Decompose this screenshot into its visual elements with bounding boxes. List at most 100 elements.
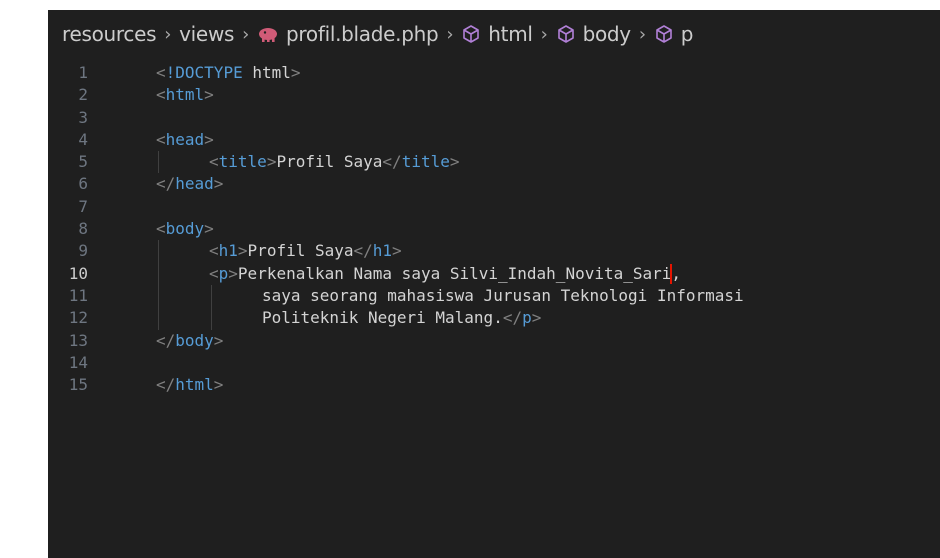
code-bracket-token: < xyxy=(156,129,166,149)
code-line[interactable]: 2 <html> xyxy=(48,84,940,106)
code-line[interactable]: 11 saya seorang mahasiswa Jurusan Teknolo… xyxy=(48,285,940,307)
breadcrumb-item[interactable]: p xyxy=(654,22,693,46)
code-editor[interactable]: resources › views › profil.blade.php › html › bo… xyxy=(48,10,940,558)
code-text-token: Perkenalkan Nama saya Silvi_Indah_Novita… xyxy=(237,263,672,283)
line-content: <h1>Profil Saya</h1> xyxy=(209,240,402,262)
code-line[interactable]: 10 <p>Perkenalkan Nama saya Silvi_Indah_N… xyxy=(48,263,940,285)
code-bracket-token: > xyxy=(392,241,402,261)
line-content: Politeknik Negeri Malang.</p> xyxy=(262,307,541,329)
breadcrumb-label: p xyxy=(680,22,694,46)
code-bracket-token: > xyxy=(228,263,238,283)
code-line[interactable]: 4 <head> xyxy=(48,129,940,151)
cube-outline-icon xyxy=(461,24,481,44)
code-tag-token: html xyxy=(175,375,214,395)
code-bracket-token: < xyxy=(156,63,166,82)
code-tag-token: head xyxy=(175,174,214,194)
code-tag-token: html xyxy=(165,85,205,105)
breadcrumb-separator: › xyxy=(242,23,250,45)
line-number: 14 xyxy=(68,352,88,372)
line-content: </head> xyxy=(156,173,223,195)
code-line[interactable]: 5 <title>Profil Saya</title> xyxy=(48,151,940,173)
line-number: 6 xyxy=(78,174,88,194)
cube-outline-icon xyxy=(654,24,674,44)
code-text-token: , xyxy=(671,263,682,283)
code-tag-token: h1 xyxy=(372,241,393,261)
code-line[interactable]: 3 xyxy=(48,107,940,129)
breadcrumb-separator: › xyxy=(446,23,454,45)
code-bracket-token: > xyxy=(266,152,277,172)
line-number: 11 xyxy=(68,285,88,305)
code-bracket-token: < xyxy=(156,85,166,105)
code-text-token: Profil Saya xyxy=(247,241,354,261)
line-content: <p>Perkenalkan Nama saya Silvi_Indah_Nov… xyxy=(209,263,681,285)
line-content: <!DOCTYPE html> xyxy=(156,62,301,84)
line-content: <title>Profil Saya</title> xyxy=(209,151,460,173)
line-content: <body> xyxy=(156,218,214,240)
cube-outline-icon xyxy=(556,24,576,44)
breadcrumb-separator: › xyxy=(638,23,646,45)
code-bracket-token: </ xyxy=(502,308,523,328)
code-line[interactable]: 13 </body> xyxy=(48,330,940,352)
code-text-token: Profil Saya xyxy=(276,152,383,172)
code-bracket-token: > xyxy=(213,330,224,350)
code-bracket-token: > xyxy=(213,375,224,395)
line-number: 9 xyxy=(78,241,88,261)
code-tag-token: h1 xyxy=(218,241,238,261)
code-bracket-token: > xyxy=(237,241,248,261)
breadcrumb-separator: › xyxy=(164,23,172,45)
code-text-token: html xyxy=(242,63,291,82)
breadcrumb-separator: › xyxy=(540,23,548,45)
breadcrumb-label: resources xyxy=(62,22,157,46)
breadcrumb-label: profil.blade.php xyxy=(286,22,439,46)
code-text-token: saya seorang mahasiswa Jurusan Teknologi… xyxy=(262,285,744,305)
code-line[interactable]: 8 <body> xyxy=(48,218,940,240)
line-number: 2 xyxy=(78,85,88,105)
code-bracket-token: > xyxy=(531,308,542,328)
code-tag-token: body xyxy=(175,330,214,350)
code-tag-token: p xyxy=(218,263,229,283)
code-bracket-token: > xyxy=(204,219,214,239)
code-bracket-token: < xyxy=(209,241,219,261)
line-content: saya seorang mahasiswa Jurusan Teknologi… xyxy=(262,285,744,307)
code-line[interactable]: 15 </html> xyxy=(48,374,940,396)
code-tag-token: head xyxy=(165,129,205,149)
breadcrumb-label: html xyxy=(488,22,533,46)
code-tag-token: !DOCTYPE xyxy=(165,63,243,82)
code-line[interactable]: 14 xyxy=(48,352,940,374)
code-line[interactable]: 12 Politeknik Negeri Malang.</p> xyxy=(48,307,940,329)
indent-guide xyxy=(158,240,159,330)
code-line[interactable]: 1 <!DOCTYPE html> xyxy=(48,62,940,84)
code-line[interactable]: 7 xyxy=(48,196,940,218)
indent-guide xyxy=(158,151,159,174)
code-line[interactable]: 6 </head> xyxy=(48,173,940,195)
breadcrumb: resources › views › profil.blade.php › html › bo… xyxy=(62,16,693,52)
line-content: </html> xyxy=(156,374,223,396)
php-elephant-icon xyxy=(257,25,279,43)
code-area[interactable]: 1 <!DOCTYPE html> 2 <html> 3 4 <head> 5 <title>P… xyxy=(48,62,940,396)
code-tag-token: title xyxy=(218,152,267,172)
code-tag-token: title xyxy=(401,152,450,172)
line-number: 10 xyxy=(68,263,88,283)
line-content: <html> xyxy=(156,84,214,106)
code-bracket-token: > xyxy=(213,174,224,194)
breadcrumb-item[interactable]: body xyxy=(556,22,631,46)
breadcrumb-item[interactable]: html xyxy=(461,22,533,46)
line-content: </body> xyxy=(156,330,223,352)
code-text-token: Politeknik Negeri Malang. xyxy=(262,308,503,328)
line-number: 12 xyxy=(68,308,88,328)
breadcrumb-item[interactable]: views xyxy=(179,22,234,46)
code-line[interactable]: 9 <h1>Profil Saya</h1> xyxy=(48,240,940,262)
code-bracket-token: < xyxy=(156,219,166,239)
code-tag-token: body xyxy=(165,219,205,239)
line-number: 5 xyxy=(78,152,88,172)
code-bracket-token: > xyxy=(290,63,301,82)
code-tag-token: p xyxy=(522,308,532,328)
code-bracket-token: > xyxy=(204,129,214,149)
line-number: 4 xyxy=(78,129,88,149)
code-bracket-token: < xyxy=(209,263,219,283)
breadcrumb-item[interactable]: profil.blade.php xyxy=(257,22,439,46)
line-content: <head> xyxy=(156,129,214,151)
code-bracket-token: > xyxy=(449,152,460,172)
breadcrumb-item[interactable]: resources xyxy=(62,22,157,46)
line-number: 15 xyxy=(68,375,88,395)
